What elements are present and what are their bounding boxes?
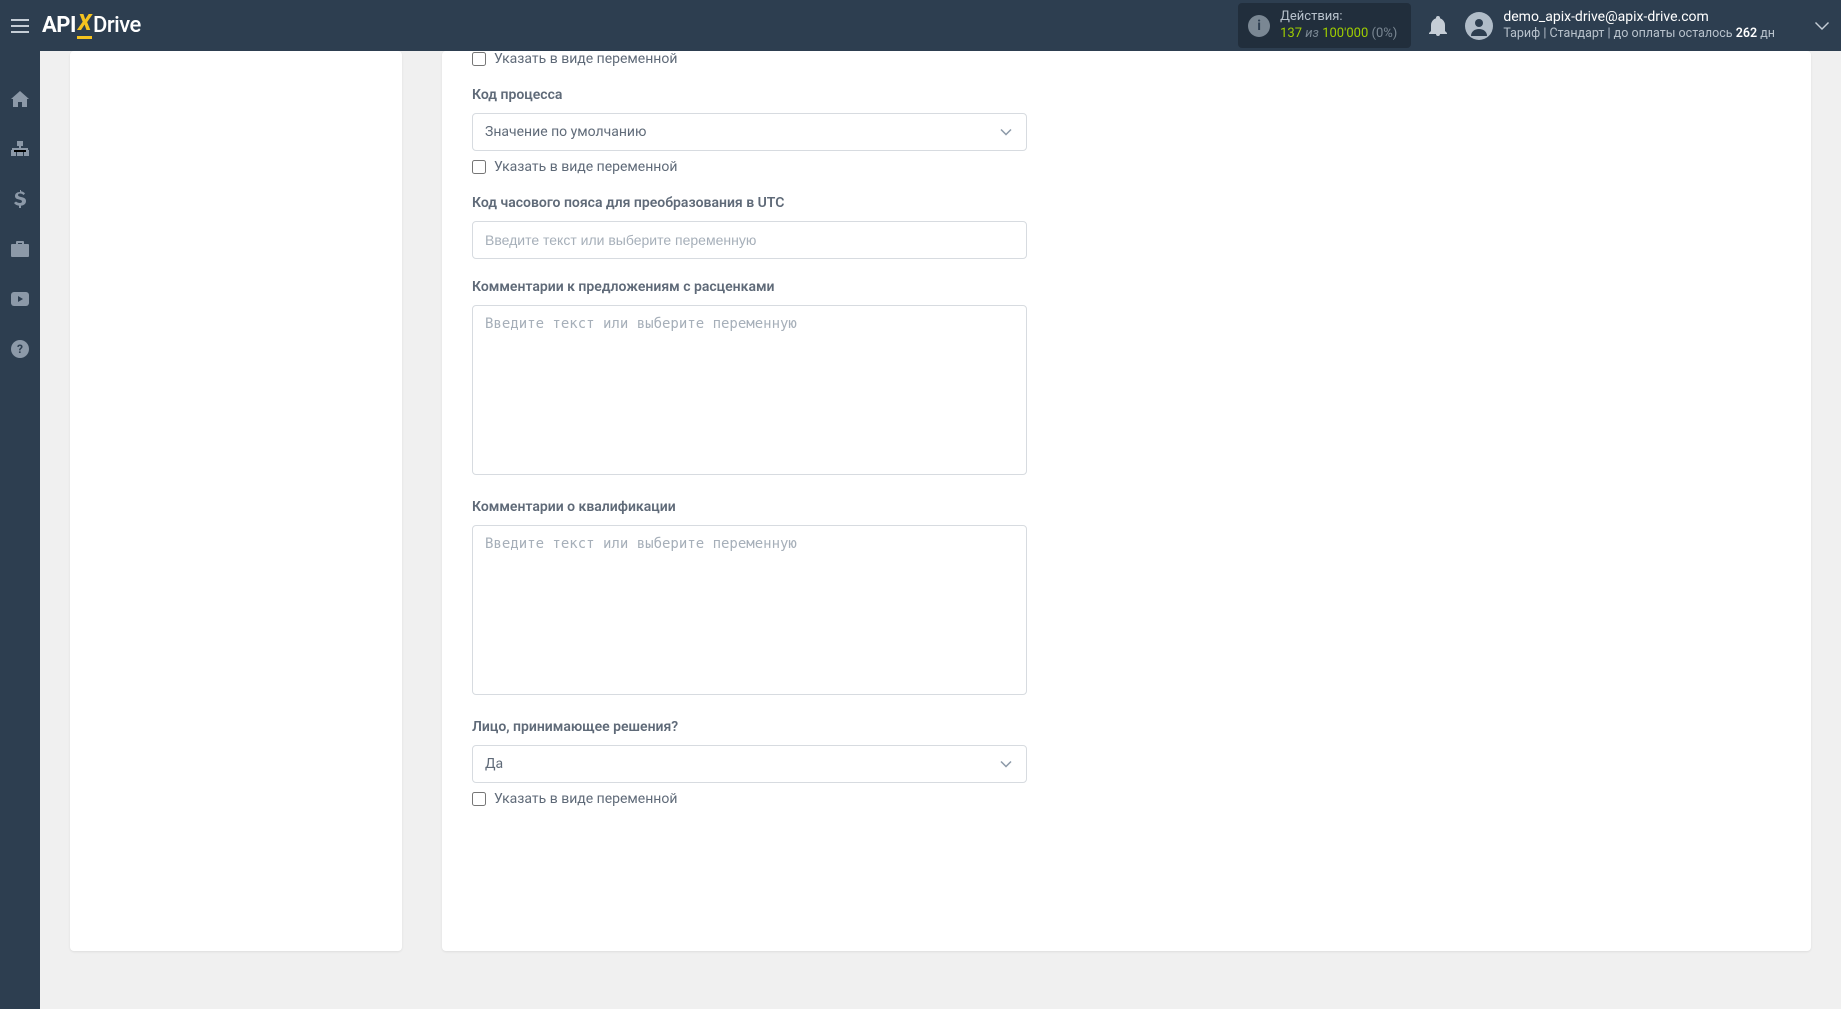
briefcase-icon bbox=[11, 241, 29, 257]
qualification-comments-label: Комментарии о квалификации bbox=[472, 499, 1781, 515]
process-code-value: Значение по умолчанию bbox=[485, 124, 646, 140]
actions-used: 137 bbox=[1280, 26, 1302, 41]
main-panel: Указать в виде переменной Код процесса З… bbox=[442, 51, 1841, 1009]
decision-maker-label: Лицо, принимающее решения? bbox=[472, 719, 1781, 735]
chevron-down-icon bbox=[1000, 761, 1012, 768]
user-icon bbox=[1469, 16, 1489, 36]
decision-maker-var-row: Указать в виде переменной bbox=[472, 791, 1781, 807]
actions-of: из bbox=[1305, 26, 1319, 41]
logo-part3: Drive bbox=[93, 13, 141, 38]
actions-counter[interactable]: i Действия: 137 из 100'000 (0%) bbox=[1238, 3, 1411, 48]
left-panel bbox=[40, 51, 442, 1009]
info-icon: i bbox=[1248, 15, 1270, 37]
process-code-label: Код процесса bbox=[472, 87, 1781, 103]
process-code-var-checkbox[interactable] bbox=[472, 160, 486, 174]
chevron-down-icon bbox=[1000, 129, 1012, 136]
avatar[interactable] bbox=[1465, 12, 1493, 40]
actions-percent: (0%) bbox=[1372, 26, 1398, 41]
process-code-var-label: Указать в виде переменной bbox=[494, 159, 677, 175]
nav-connections[interactable] bbox=[0, 133, 40, 165]
hamburger-icon bbox=[11, 19, 29, 33]
topbar: APIXDrive i Действия: 137 из 100'000 (0%… bbox=[0, 0, 1841, 51]
quote-comments-textarea[interactable] bbox=[472, 305, 1027, 475]
timezone-input[interactable] bbox=[472, 221, 1027, 259]
qualification-comments-textarea[interactable] bbox=[472, 525, 1027, 695]
sidebar: ? bbox=[0, 51, 40, 1009]
nav-youtube[interactable] bbox=[0, 283, 40, 315]
chevron-down-icon bbox=[1815, 22, 1829, 30]
nav-help[interactable]: ? bbox=[0, 333, 40, 365]
decision-maker-value: Да bbox=[485, 756, 503, 772]
actions-label: Действия: bbox=[1280, 9, 1397, 25]
first-variable-checkbox-label: Указать в виде переменной bbox=[494, 51, 677, 67]
youtube-icon bbox=[11, 292, 29, 306]
hamburger-menu[interactable] bbox=[0, 0, 40, 51]
svg-text:?: ? bbox=[17, 342, 23, 356]
quote-comments-label: Комментарии к предложениям с расценками bbox=[472, 279, 1781, 295]
dollar-icon bbox=[14, 190, 26, 208]
process-code-select[interactable]: Значение по умолчанию bbox=[472, 113, 1027, 151]
user-menu-toggle[interactable] bbox=[1815, 22, 1829, 30]
timezone-label: Код часового пояса для преобразования в … bbox=[472, 195, 1781, 211]
user-tariff: Тариф | Стандарт | до оплаты осталось 26… bbox=[1503, 26, 1775, 42]
bell-icon bbox=[1429, 16, 1447, 36]
first-variable-checkbox-row: Указать в виде переменной bbox=[472, 51, 1781, 67]
first-variable-checkbox[interactable] bbox=[472, 52, 486, 66]
decision-maker-var-label: Указать в виде переменной bbox=[494, 791, 677, 807]
logo-part2: X bbox=[77, 11, 92, 39]
user-email: demo_apix-drive@apix-drive.com bbox=[1503, 9, 1775, 27]
nav-home[interactable] bbox=[0, 83, 40, 115]
nav-briefcase[interactable] bbox=[0, 233, 40, 265]
left-panel-card bbox=[70, 51, 402, 951]
decision-maker-select[interactable]: Да bbox=[472, 745, 1027, 783]
nav-billing[interactable] bbox=[0, 183, 40, 215]
actions-limit: 100'000 bbox=[1322, 26, 1368, 41]
user-block[interactable]: demo_apix-drive@apix-drive.com Тариф | С… bbox=[1503, 9, 1775, 42]
logo-part1: API bbox=[42, 13, 76, 38]
process-code-var-row: Указать в виде переменной bbox=[472, 159, 1781, 175]
logo[interactable]: APIXDrive bbox=[42, 12, 141, 40]
home-icon bbox=[11, 91, 29, 107]
help-icon: ? bbox=[11, 340, 29, 358]
form-card: Указать в виде переменной Код процесса З… bbox=[442, 51, 1811, 951]
decision-maker-var-checkbox[interactable] bbox=[472, 792, 486, 806]
connections-icon bbox=[11, 141, 29, 157]
notifications-button[interactable] bbox=[1429, 16, 1447, 36]
